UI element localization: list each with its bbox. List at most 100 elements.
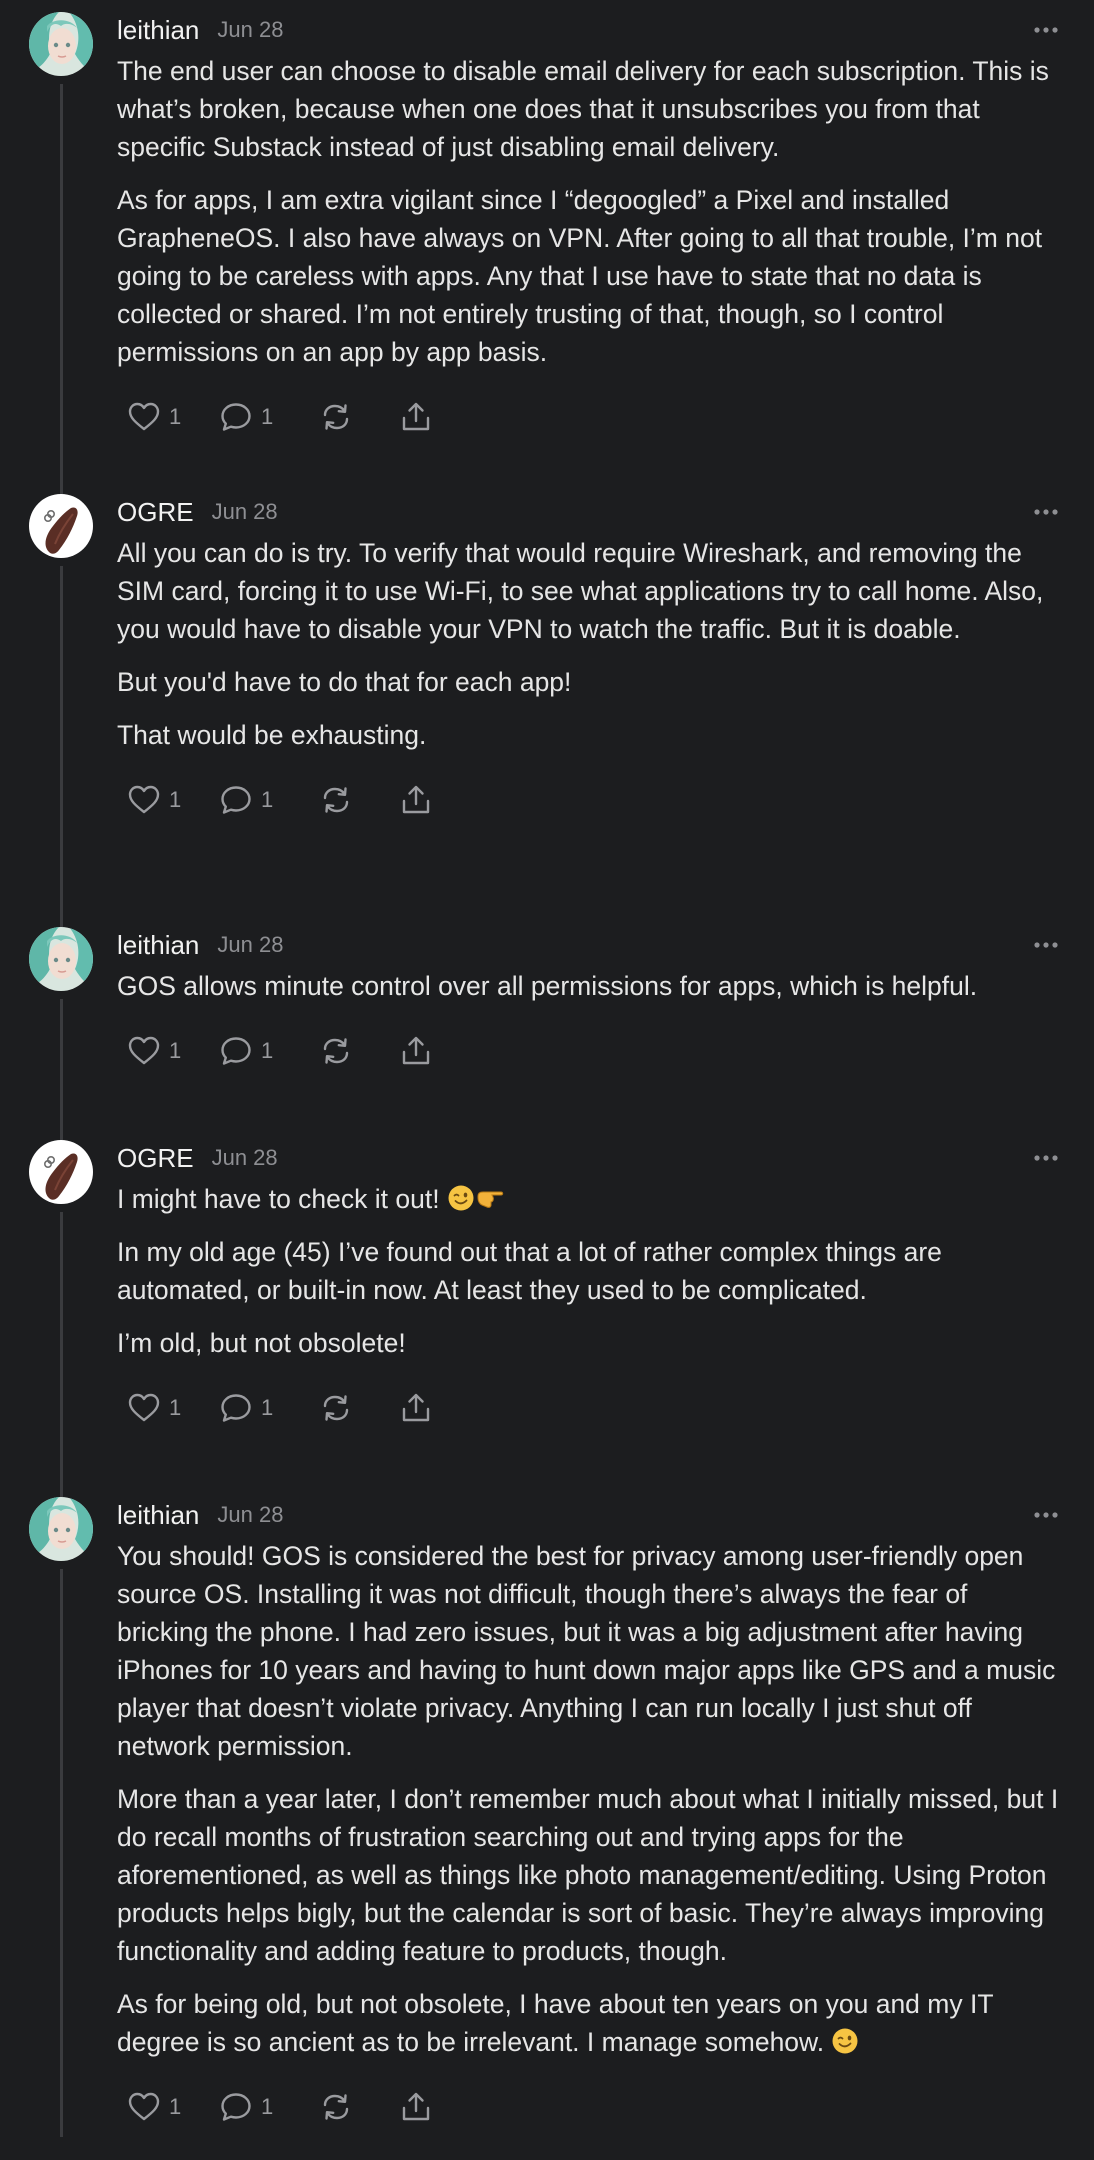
reply-button[interactable]: 1 <box>219 1392 319 1424</box>
like-button[interactable]: 1 <box>127 1035 219 1067</box>
comment: leithian Jun 28 You should! GOS is consi… <box>0 1497 1094 2137</box>
winking-face-emoji <box>447 1184 475 1214</box>
thread-line <box>59 84 63 494</box>
restack-button[interactable] <box>319 2091 399 2123</box>
more-dots-icon[interactable] <box>1018 12 1058 48</box>
reply-count: 1 <box>261 404 274 429</box>
comment-actions: 1 1 <box>127 2085 1066 2129</box>
comment-paragraph: As for apps, I am extra vigilant since I… <box>117 185 1043 367</box>
reply-count: 1 <box>261 787 274 812</box>
more-dots-icon[interactable] <box>1018 1140 1058 1176</box>
comment-left-rail <box>28 1497 94 2137</box>
restack-button[interactable] <box>319 1035 399 1067</box>
author-name[interactable]: leithian <box>117 1500 199 1531</box>
heart-icon <box>127 401 161 433</box>
comment-date[interactable]: Jun 28 <box>212 1145 278 1171</box>
comment-thread: leithian Jun 28 The end user can choose … <box>0 0 1094 2160</box>
comment-paragraph: That would be exhausting. <box>117 720 427 750</box>
emoji-group <box>447 1184 505 1214</box>
like-button[interactable]: 1 <box>127 1392 219 1424</box>
comment-body: leithian Jun 28 GOS allows minute contro… <box>117 927 1066 1140</box>
share-button[interactable] <box>399 1035 433 1067</box>
comment-date[interactable]: Jun 28 <box>217 17 283 43</box>
comment-actions: 1 1 <box>127 778 1066 822</box>
speech-bubble-icon <box>219 1392 253 1424</box>
restack-icon <box>319 784 353 816</box>
comment-header: leithian Jun 28 <box>117 12 1066 48</box>
speech-bubble-icon <box>219 784 253 816</box>
heart-icon <box>127 1392 161 1424</box>
author-name[interactable]: leithian <box>117 15 199 46</box>
speech-bubble-icon <box>219 401 253 433</box>
reply-button[interactable]: 1 <box>219 784 319 816</box>
restack-button[interactable] <box>319 401 399 433</box>
avatar-leithian[interactable] <box>29 1497 93 1561</box>
comment: OGRE Jun 28 All you can do is try. To ve… <box>0 494 1094 927</box>
reply-count: 1 <box>261 1395 274 1420</box>
share-button[interactable] <box>399 1392 433 1424</box>
more-dots-icon[interactable] <box>1018 1497 1058 1533</box>
share-button[interactable] <box>399 784 433 816</box>
avatar-leithian[interactable] <box>29 12 93 76</box>
reply-button[interactable]: 1 <box>219 2091 319 2123</box>
avatar-leithian[interactable] <box>29 927 93 991</box>
comment-date[interactable]: Jun 28 <box>217 1502 283 1528</box>
author-name[interactable]: OGRE <box>117 1143 194 1174</box>
reply-count: 1 <box>261 2094 274 2119</box>
comment-actions: 1 1 <box>127 395 1066 439</box>
avatar-ogre[interactable] <box>29 494 93 558</box>
comment-actions: 1 1 <box>127 1029 1066 1073</box>
reply-button[interactable]: 1 <box>219 401 319 433</box>
comment-body: OGRE Jun 28 I might have to check it out… <box>117 1140 1066 1497</box>
comment: OGRE Jun 28 I might have to check it out… <box>0 1140 1094 1497</box>
like-count: 1 <box>169 404 182 429</box>
restack-icon <box>319 2091 353 2123</box>
comment-paragraph: But you'd have to do that for each app! <box>117 667 572 697</box>
like-button[interactable]: 1 <box>127 401 219 433</box>
share-button[interactable] <box>399 2091 433 2123</box>
comment-date[interactable]: Jun 28 <box>212 499 278 525</box>
share-icon <box>399 401 433 433</box>
reply-button[interactable]: 1 <box>219 1035 319 1067</box>
thread-line <box>59 1212 63 1497</box>
author-name[interactable]: leithian <box>117 930 199 961</box>
like-count: 1 <box>169 1038 182 1063</box>
share-icon <box>399 1035 433 1067</box>
like-count: 1 <box>169 787 182 812</box>
comment-left-rail <box>28 927 94 1140</box>
comment-paragraph: All you can do is try. To verify that wo… <box>117 538 1044 644</box>
more-dots-icon[interactable] <box>1018 494 1058 530</box>
comment-paragraph: I’m old, but not obsolete! <box>117 1328 406 1358</box>
share-icon <box>399 784 433 816</box>
heart-icon <box>127 784 161 816</box>
share-button[interactable] <box>399 401 433 433</box>
reply-count: 1 <box>261 1038 274 1063</box>
comment-left-rail <box>28 12 94 494</box>
like-button[interactable]: 1 <box>127 2091 219 2123</box>
heart-icon <box>127 2091 161 2123</box>
author-name[interactable]: OGRE <box>117 497 194 528</box>
comment-actions: 1 1 <box>127 1386 1066 1430</box>
share-icon <box>399 2091 433 2123</box>
like-button[interactable]: 1 <box>127 784 219 816</box>
comment-paragraph: You should! GOS is considered the best f… <box>117 1541 1056 1761</box>
speech-bubble-icon <box>219 1035 253 1067</box>
comment-header: OGRE Jun 28 <box>117 494 1066 530</box>
like-count: 1 <box>169 1395 182 1420</box>
comment-body: OGRE Jun 28 All you can do is try. To ve… <box>117 494 1066 927</box>
restack-button[interactable] <box>319 784 399 816</box>
comment-date[interactable]: Jun 28 <box>217 932 283 958</box>
restack-icon <box>319 1035 353 1067</box>
comment-paragraph: As for being old, but not obsolete, I ha… <box>117 1985 1066 2061</box>
pointing-hand-emoji <box>475 1184 505 1214</box>
thread-line <box>59 999 63 1140</box>
comment-paragraph: GOS allows minute control over all permi… <box>117 971 978 1001</box>
comment-left-rail <box>28 1140 94 1497</box>
heart-icon <box>127 1035 161 1067</box>
avatar-ogre[interactable] <box>29 1140 93 1204</box>
more-dots-icon[interactable] <box>1018 927 1058 963</box>
comment-paragraph: I might have to check it out! <box>117 1180 1066 1218</box>
comment-paragraph: In my old age (45) I’ve found out that a… <box>117 1237 942 1305</box>
comment-paragraph: More than a year later, I don’t remember… <box>117 1784 1059 1966</box>
restack-button[interactable] <box>319 1392 399 1424</box>
